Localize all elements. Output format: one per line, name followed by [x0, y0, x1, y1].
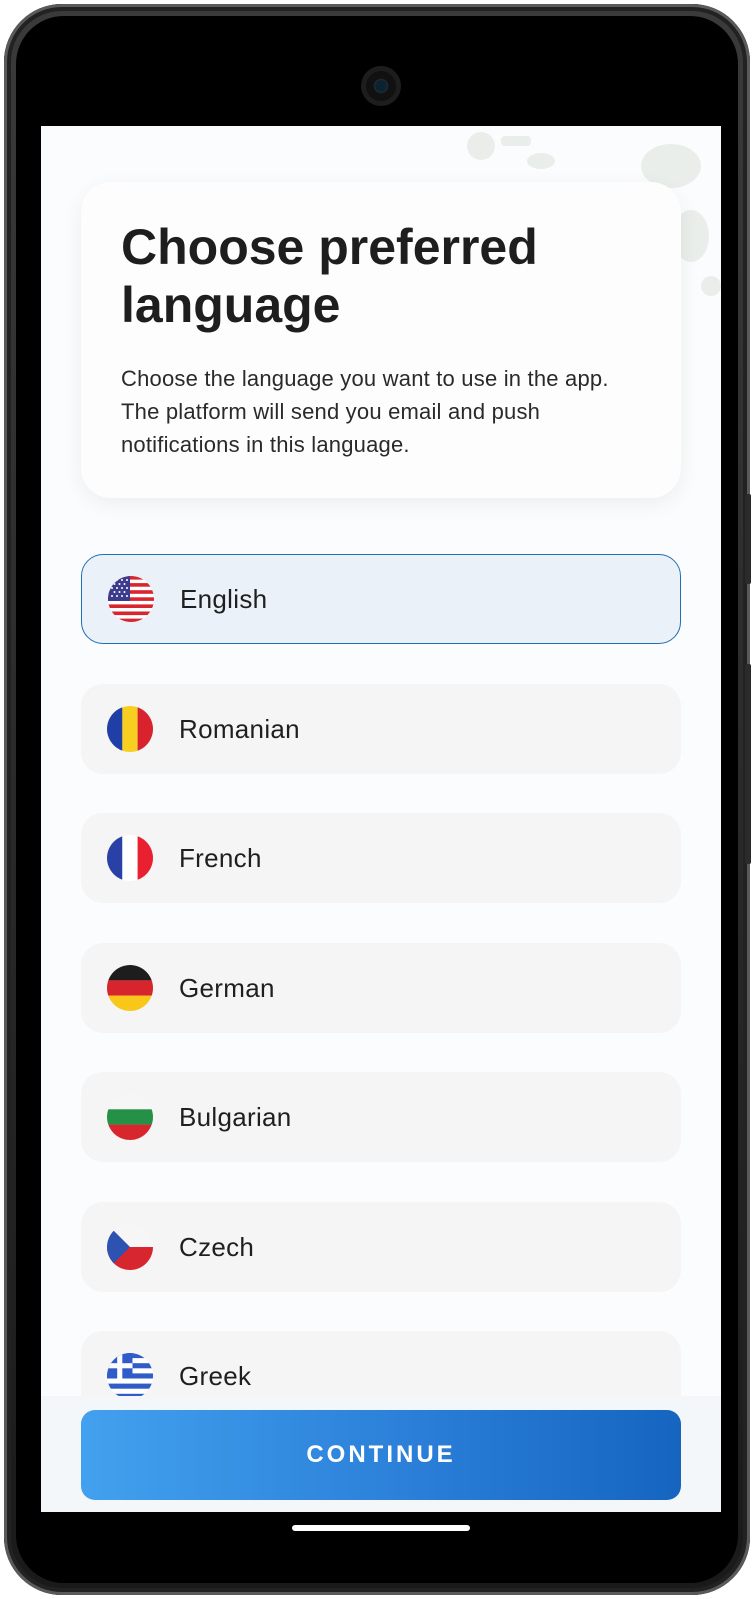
continue-button[interactable]: CONTINUE — [81, 1410, 681, 1500]
language-label: Bulgarian — [179, 1101, 292, 1132]
phone-frame: Choose preferred language Choose the lan… — [4, 4, 751, 1595]
france-flag-icon — [107, 835, 153, 881]
volume-button — [745, 494, 751, 584]
language-label: Greek — [179, 1360, 252, 1391]
language-option-french[interactable]: French — [81, 813, 681, 903]
language-label: Czech — [179, 1231, 255, 1262]
bulgaria-flag-icon — [107, 1094, 153, 1140]
language-option-bulgarian[interactable]: Bulgarian — [81, 1072, 681, 1162]
us-flag-icon — [108, 576, 154, 622]
language-option-czech[interactable]: Czech — [81, 1202, 681, 1292]
home-indicator[interactable] — [292, 1525, 470, 1531]
romania-flag-icon — [107, 706, 153, 752]
language-label: German — [179, 972, 275, 1003]
power-button — [745, 664, 751, 864]
language-option-english[interactable]: English — [81, 554, 681, 644]
language-option-romanian[interactable]: Romanian — [81, 684, 681, 774]
germany-flag-icon — [107, 965, 153, 1011]
page-title: Choose preferred language — [121, 219, 538, 333]
language-label: French — [179, 842, 262, 873]
language-label: English — [180, 583, 268, 614]
intro-card: Choose preferred language Choose the lan… — [81, 182, 681, 498]
app-screen: Choose preferred language Choose the lan… — [41, 126, 721, 1512]
language-label: Romanian — [179, 713, 300, 744]
page-description: Choose the language you want to use in t… — [121, 366, 609, 457]
czech-flag-icon — [107, 1224, 153, 1270]
front-camera — [361, 66, 401, 106]
greece-flag-icon — [107, 1353, 153, 1399]
language-option-german[interactable]: German — [81, 943, 681, 1033]
